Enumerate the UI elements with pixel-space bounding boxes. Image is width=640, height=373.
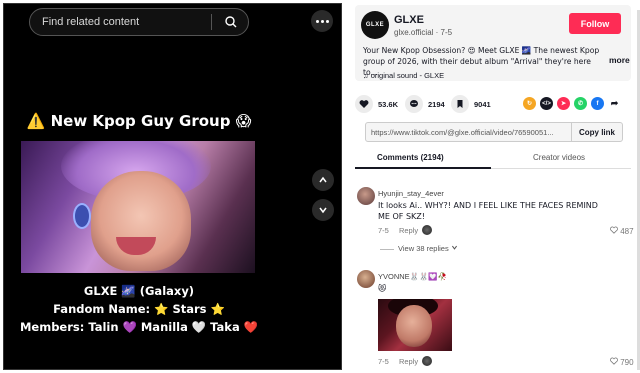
heart-outline-icon[interactable] [610,226,618,234]
comment-meta: 7-5 Reply [378,226,418,235]
comment-avatar[interactable] [357,270,375,288]
details-panel: GLXE GLXE glxe.official · 7-5 Follow You… [342,3,640,373]
repost-icon[interactable]: ↻ [523,97,536,110]
search-bar[interactable]: Find related content [29,8,249,36]
heart-outline-icon[interactable] [610,357,618,365]
send-icon[interactable]: ➤ [557,97,570,110]
tab-creator-videos[interactable]: Creator videos [533,153,585,162]
search-icon[interactable] [220,12,242,32]
reply-button[interactable]: Reply [399,226,418,235]
search-divider [211,14,212,30]
whatsapp-icon[interactable]: ✆ [574,97,587,110]
save-stat[interactable]: 9041 [451,95,491,113]
like-count: 53.6K [378,99,399,109]
heart-icon[interactable] [355,95,373,113]
video-caption-line3: Members: Talin 💜 Manilla 🤍 Taka ❤️ [19,320,259,334]
embed-icon[interactable]: </> [540,97,553,110]
share-arrow-icon[interactable]: ➦ [608,97,621,110]
comment-like-count: 487 [620,227,634,236]
description-more-link[interactable]: more [609,55,630,65]
view-replies-button[interactable]: View 38 replies [380,244,458,253]
chevron-up-icon [319,176,327,183]
sound-link[interactable]: ♫ original sound - GLXE [363,71,444,80]
share-link-text[interactable]: https://www.tiktok.com/@glxe.official/vi… [366,128,571,137]
search-input[interactable]: Find related content [42,16,211,28]
comment-stat[interactable]: 2194 [405,95,445,113]
view-replies-label[interactable]: View 38 replies [398,244,449,253]
chevron-down-icon [319,207,327,214]
comment-text: It looks Ai.. WHY?! AND I FEEL LIKE THE … [378,201,598,221]
video-title: ⚠️ New Kpop Guy Group 😱 [26,112,252,130]
video-caption-line1: GLXE 🌌 (Galaxy) [83,284,195,298]
comment-like-count: 790 [620,358,634,367]
comment-username[interactable]: YVONNE🐰🐰💟🥀 [378,272,447,281]
follow-button[interactable]: Follow [569,13,621,34]
comment-attached-image[interactable] [378,299,452,351]
comment-text: 😻 [378,284,387,293]
author-avatar[interactable]: GLXE [361,11,389,39]
copy-link-button[interactable]: Copy link [570,123,622,141]
comment-icon[interactable] [405,95,423,113]
comment-likes[interactable]: 487 [610,226,634,236]
tiktok-window: Find related content ⚠️ New Kpop Guy Gro… [0,0,640,373]
like-stat[interactable]: 53.6K [355,95,398,113]
replies-line [380,248,394,250]
previous-video-button[interactable] [312,169,334,191]
next-video-button[interactable] [312,199,334,221]
tab-comments[interactable]: Comments (2194) [377,153,444,162]
video-frame-image [21,141,255,273]
comment-avatar[interactable] [357,187,375,205]
video-player[interactable]: Find related content ⚠️ New Kpop Guy Gro… [3,3,342,370]
active-tab-indicator [355,167,491,169]
profile-card: GLXE GLXE glxe.official · 7-5 Follow You… [355,5,631,81]
author-handle-date: glxe.official · 7-5 [394,28,453,37]
facebook-icon[interactable]: f [591,97,604,110]
bookmark-icon[interactable] [451,95,469,113]
image-face [91,171,191,271]
comment-likes[interactable]: 790 [610,357,634,367]
comment-username[interactable]: Hyunjin_stay_4ever [378,189,444,198]
more-options-icon[interactable] [311,10,333,32]
share-icons: ↻ </> ➤ ✆ f ➦ [523,97,625,110]
comment-date: 7-5 [378,226,389,235]
video-caption-line2: Fandom Name: ⭐ Stars ⭐ [53,302,225,316]
stats-row: 53.6K 2194 9041 ↻ </> ➤ ✆ f ➦ [355,95,631,115]
comment-count: 2194 [428,99,445,109]
comment-tabs: Comments (2194) Creator videos [355,149,631,169]
image-earpiece [73,203,91,229]
comment-date: 7-5 [378,357,389,366]
comment-meta: 7-5 Reply [378,357,418,366]
creator-liked-avatar [422,356,432,366]
chevron-down-icon [451,245,457,250]
save-count: 9041 [474,99,491,109]
author-name[interactable]: GLXE [394,14,424,26]
share-link-box: https://www.tiktok.com/@glxe.official/vi… [365,122,623,142]
image-face [396,305,432,347]
reply-button[interactable]: Reply [399,357,418,366]
creator-liked-avatar [422,225,432,235]
